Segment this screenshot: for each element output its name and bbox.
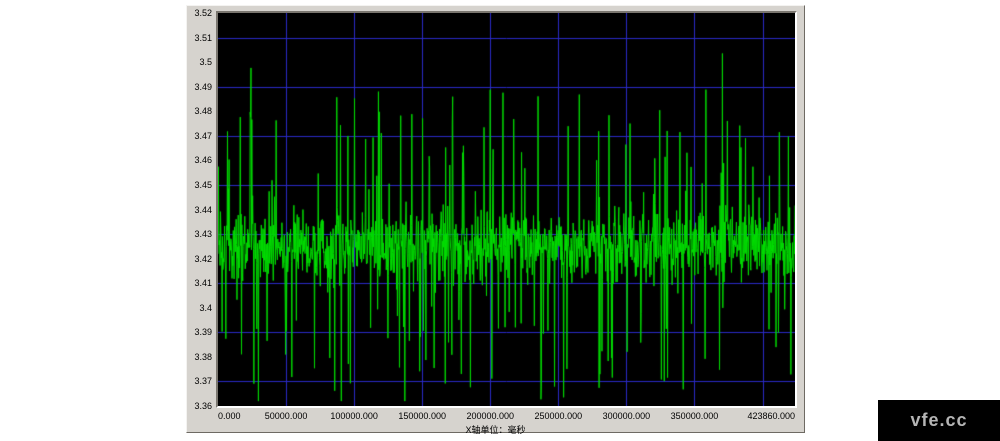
x-axis-unit-label: X轴单位：毫秒 — [187, 423, 804, 436]
x-tick-label: 300000.000 — [603, 411, 651, 421]
y-tick-label: 3.5 — [199, 58, 212, 67]
x-tick-label: 200000.000 — [466, 411, 514, 421]
y-tick-label: 3.43 — [194, 230, 212, 239]
watermark-box: vfe.cc — [878, 400, 1000, 441]
x-tick-label: 423860.000 — [747, 411, 795, 421]
y-tick-label: 3.51 — [194, 34, 212, 43]
x-tick-label: 0.000 — [218, 411, 241, 421]
y-tick-label: 3.49 — [194, 83, 212, 92]
y-axis-tick-labels: 3.523.513.53.493.483.473.463.453.443.433… — [187, 13, 214, 406]
x-tick-label: 100000.000 — [330, 411, 378, 421]
x-tick-label: 350000.000 — [671, 411, 719, 421]
waveform-plot — [218, 13, 795, 406]
y-tick-label: 3.46 — [194, 156, 212, 165]
y-tick-label: 3.45 — [194, 181, 212, 190]
y-tick-label: 3.47 — [194, 132, 212, 141]
y-tick-label: 3.44 — [194, 206, 212, 215]
plot-frame — [216, 11, 797, 408]
x-tick-label: 250000.000 — [535, 411, 583, 421]
waveform-panel: 3.52 3.51 3.5 3.49 3.48 3.47 3.46 3.45 3.44 3.43 3… — [186, 5, 805, 433]
y-tick-label: 3.42 — [194, 255, 212, 264]
y-tick-label: 3.4 — [199, 304, 212, 313]
y-tick-label: 3.41 — [194, 279, 212, 288]
page: 3.52 3.51 3.5 3.49 3.48 3.47 3.46 3.45 3.44 3.43 3… — [0, 0, 1000, 441]
x-tick-label: 150000.000 — [398, 411, 446, 421]
y-tick-label: 3.36 — [194, 402, 212, 411]
y-tick-label: 3.38 — [194, 353, 212, 362]
y-tick-label: 3.48 — [194, 107, 212, 116]
y-tick-label: 3.39 — [194, 328, 212, 337]
y-tick-label: 3.37 — [194, 377, 212, 386]
x-axis-tick-labels: 0.000 50000.000 100000.000 150000.000 200000… — [218, 411, 795, 422]
watermark-text: vfe.cc — [910, 410, 967, 431]
x-tick-label: 50000.000 — [265, 411, 308, 421]
y-tick-label: 3.52 — [194, 9, 212, 18]
